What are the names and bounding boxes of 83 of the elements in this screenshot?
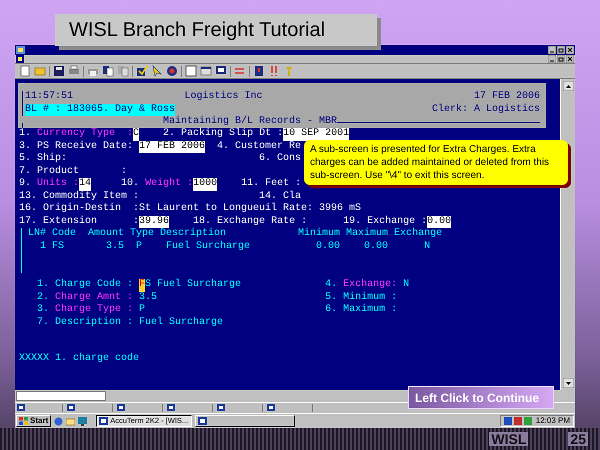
browser-icon[interactable] [54,416,64,426]
field-label: Units : [37,178,80,190]
field-value[interactable]: 10 SEP 2001 [283,128,350,140]
terminal-text: 7. Product : [19,166,128,178]
terminal-text: 11. Feet : [240,178,302,190]
field-value[interactable]: 14 [79,178,92,190]
page-number: 25 [568,432,588,446]
field-label: Charge Type : [55,304,134,316]
continue-button[interactable]: Left Click to Continue [408,386,554,409]
terminal-text: S Fuel Surcharge [145,279,242,292]
clock-text: 12:03 PM [536,417,570,425]
close-button[interactable] [566,55,574,63]
monitor-icon[interactable] [215,65,227,77]
terminal-text: 10. [120,178,140,190]
terminal-text: 7. Description : Fuel Surcharge [36,316,224,329]
screen-title: Maintaining B/L Records - MBR [163,116,338,128]
field-label: Weight : [145,178,194,190]
window-icon [99,417,108,425]
field-value[interactable]: 0.00 [427,216,452,228]
terminal-text: 14. Cla [258,190,302,202]
callout-text: A sub-screen is presented for Extra Charges. Extra charges can be added maintained or deleted from this sub-screen. Use "\4" to exit this screen. [310,143,550,182]
terminal-text: P [138,304,146,316]
terminal-text: 17. Extension : [19,216,140,228]
terminal-text: 4. [324,279,338,292]
cursor-char[interactable]: F [139,279,146,292]
record-text: BL # : 183065. Day & Ross [25,104,176,116]
terminal-text: 6. Maximum : [324,304,398,316]
terminal-text: N [402,279,410,292]
window-icon [198,417,208,425]
terminal-text: LN# Code Amount Type Description Minimum Maximum Exchange [28,228,442,240]
terminal-text: 6. Cons [258,153,302,166]
scrollbar[interactable] [560,79,575,390]
restore-button[interactable] [557,55,565,63]
app-icon [16,46,25,54]
pointer-icon[interactable] [151,65,163,77]
terminal-text: 1 FS 3.5 P Fuel Surcharge 0.00 0.00 N [39,240,430,253]
terminal-text: 1. Charge Code : [36,279,134,292]
up-arrow-icon[interactable] [562,81,574,91]
field-label: Charge Amnt : [55,292,134,304]
terminal-text: 2. Packing Slip Dt : [162,128,284,140]
check-icon[interactable] [136,65,148,77]
task-button[interactable] [195,415,296,427]
company-name: Logistics Inc [184,91,262,104]
field-value[interactable]: 1000 [193,178,218,190]
start-button[interactable]: Start [16,415,52,427]
terminal-text: 3. PS Receive Date: [19,140,134,152]
window-icon[interactable] [200,65,212,77]
clock-text: 11:57:51 [25,91,74,104]
field-value[interactable]: 39.96 [139,216,170,228]
down-arrow-icon[interactable] [562,378,574,388]
terminal-text: XXXXX 1. charge code [19,353,140,366]
tray-icon[interactable] [504,417,534,425]
field-value[interactable]: C [133,128,140,140]
pages-icon[interactable] [102,65,114,77]
terminal-text: 16. Origin-Destin :St Laurent to Longueuil Rate: 3996 mS [19,203,362,216]
page-icon[interactable] [19,65,31,77]
envelope-icon[interactable] [66,416,76,426]
terminal-text: 1. [19,128,32,140]
terminal-text: 18. Exchange Rate : 19. Exchange : [192,216,428,228]
minimize-button[interactable] [548,46,556,54]
input-field[interactable] [16,391,106,401]
desktop-icon[interactable] [78,416,88,426]
terminal-text: 5. Ship: [19,153,68,166]
frame-icon[interactable] [185,65,197,77]
field-label: Currency Type : [37,128,134,140]
terminal-text: 4. Customer Re [216,140,302,153]
field-label: Exchange: [343,279,398,292]
close-button[interactable] [566,46,574,54]
terminal-text: 2. [36,292,50,304]
minimize-button[interactable] [548,55,556,63]
slide-title: WISL Branch Freight Tutorial [69,20,326,40]
target-icon[interactable] [166,65,178,77]
terminal-text: 3.5 [138,292,158,304]
terminal-text: 5. Minimum : [324,292,398,304]
windows-flag-icon [19,417,28,425]
clerk-text: Clerk: A Logistics [432,104,540,116]
terminal-text: 9. [19,178,32,190]
terminal-text: 13. Commodity Item : [19,190,140,202]
date-text: 17 FEB 2006 [474,91,540,104]
restore-button[interactable] [557,46,565,54]
terminal-text: 3. [36,304,50,316]
footer-label: WISL [489,432,528,446]
field-value[interactable]: 17 FEB 2006 [139,140,206,153]
